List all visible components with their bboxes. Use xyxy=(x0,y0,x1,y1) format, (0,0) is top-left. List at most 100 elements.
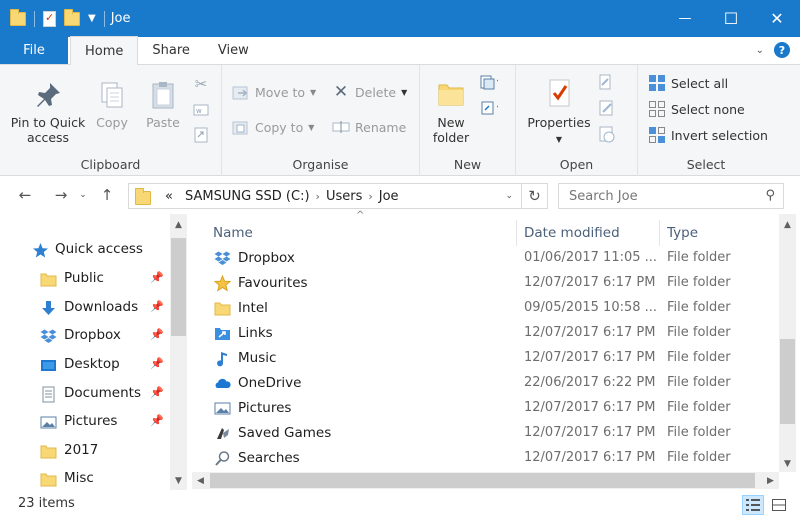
recent-locations-button[interactable]: ⌄ xyxy=(72,184,94,206)
tab-share[interactable]: Share xyxy=(138,36,204,64)
table-row[interactable]: OneDrive 22/06/2017 6:22 PM File folder xyxy=(192,371,779,396)
column-divider[interactable] xyxy=(659,220,660,246)
minimize-button[interactable]: — xyxy=(662,0,708,37)
tab-file[interactable]: File xyxy=(0,36,68,64)
move-to-button[interactable]: Move to ▼ xyxy=(232,83,316,101)
address-segment-drive[interactable]: SAMSUNG SSD (C:) xyxy=(179,189,316,204)
maximize-button[interactable]: ☐ xyxy=(708,0,754,37)
file-name: Pictures xyxy=(238,400,292,416)
cut-icon[interactable]: ✂ xyxy=(192,75,210,93)
paste-button[interactable]: Paste xyxy=(140,79,186,130)
details-view-icon xyxy=(746,499,760,511)
address-segment-joe[interactable]: Joe xyxy=(373,189,405,204)
expand-ribbon-icon[interactable]: ⌄ xyxy=(756,45,764,56)
customize-quick-access-icon[interactable]: ▼ xyxy=(88,13,96,24)
new-item-icon[interactable]: ▼ xyxy=(480,73,498,91)
history-icon[interactable] xyxy=(598,125,616,143)
scroll-right-icon[interactable]: ▶ xyxy=(762,472,779,489)
scroll-left-icon[interactable]: ◀ xyxy=(192,472,209,489)
pin-icon[interactable]: 📌 xyxy=(150,414,164,427)
nav-item-misc[interactable]: Misc xyxy=(0,465,170,490)
file-type: File folder xyxy=(667,300,731,315)
address-bar[interactable]: « SAMSUNG SSD (C:) › Users › Joe ⌄ ↻ xyxy=(128,183,548,209)
scroll-down-icon[interactable]: ▼ xyxy=(170,472,187,489)
invert-selection-button[interactable]: Invert selection xyxy=(648,126,768,144)
table-row[interactable]: Pictures 12/07/2017 6:17 PM File folder xyxy=(192,396,779,421)
close-button[interactable]: ✕ xyxy=(754,0,800,37)
refresh-button[interactable]: ↻ xyxy=(521,184,547,208)
column-header-type[interactable]: Type xyxy=(667,220,777,246)
file-type: File folder xyxy=(667,250,731,265)
table-row[interactable]: Saved Games 12/07/2017 6:17 PM File fold… xyxy=(192,421,779,446)
nav-item-public[interactable]: Public 📌 xyxy=(0,265,170,293)
edit-icon[interactable] xyxy=(598,99,616,117)
svg-text:w: w xyxy=(196,107,202,115)
table-row[interactable]: Music 12/07/2017 6:17 PM File folder xyxy=(192,346,779,371)
details-view-button[interactable] xyxy=(742,495,764,515)
folder-icon xyxy=(10,8,26,26)
open-icon[interactable]: ▼ xyxy=(598,73,616,91)
navigation-pane: Quick access Public 📌 Downloads 📌 Dropbo… xyxy=(0,214,186,490)
tab-home[interactable]: Home xyxy=(70,36,139,65)
nav-item-documents[interactable]: Documents 📌 xyxy=(0,380,170,408)
address-segment-users[interactable]: Users xyxy=(320,189,368,204)
address-overflow[interactable]: « xyxy=(159,189,179,204)
nav-item-pictures[interactable]: Pictures 📌 xyxy=(0,408,170,436)
nav-item-desktop[interactable]: Desktop 📌 xyxy=(0,351,170,379)
file-list-horizontal-scrollbar[interactable]: ◀ ▶ xyxy=(192,472,779,489)
column-divider[interactable] xyxy=(516,220,517,246)
column-header-date-modified[interactable]: Date modified xyxy=(524,220,658,246)
scrollbar-thumb[interactable] xyxy=(171,238,186,336)
scroll-up-icon[interactable]: ▲ xyxy=(170,216,187,233)
easy-access-icon[interactable]: ▼ xyxy=(480,99,498,117)
nav-item-2017[interactable]: 2017 xyxy=(0,437,170,465)
back-button[interactable]: ← xyxy=(14,184,36,206)
scrollbar-thumb[interactable] xyxy=(210,473,755,488)
copy-button[interactable]: Copy xyxy=(90,79,134,130)
copy-path-icon[interactable]: w xyxy=(192,101,210,119)
forward-button[interactable]: → xyxy=(50,184,72,206)
new-folder-icon[interactable] xyxy=(64,8,80,26)
tab-view[interactable]: View xyxy=(204,36,263,64)
scroll-down-icon[interactable]: ▼ xyxy=(779,455,796,472)
pin-icon[interactable]: 📌 xyxy=(150,386,164,399)
select-all-button[interactable]: Select all xyxy=(648,74,728,92)
copy-to-button[interactable]: Copy to ▼ xyxy=(232,118,314,136)
help-icon[interactable]: ? xyxy=(774,42,790,58)
pin-to-quick-access-button[interactable]: Pin to Quick access xyxy=(6,79,90,145)
search-input[interactable]: Search Joe ⚲ xyxy=(558,183,784,209)
large-icons-view-button[interactable] xyxy=(768,495,790,515)
select-none-button[interactable]: Select none xyxy=(648,100,745,118)
new-folder-button[interactable]: New folder xyxy=(424,77,478,145)
nav-item-dropbox[interactable]: Dropbox 📌 xyxy=(0,322,170,350)
pin-icon[interactable]: 📌 xyxy=(150,271,164,284)
column-header-name[interactable]: Name xyxy=(213,220,516,246)
table-row[interactable]: Searches 12/07/2017 6:17 PM File folder xyxy=(192,446,779,471)
file-type: File folder xyxy=(667,450,731,465)
table-row[interactable]: Favourites 12/07/2017 6:17 PM File folde… xyxy=(192,271,779,296)
search-icon[interactable]: ⚲ xyxy=(765,188,775,203)
address-dropdown-icon[interactable]: ⌄ xyxy=(505,191,513,201)
properties-button[interactable]: Properties ▼ xyxy=(522,77,596,147)
scroll-up-icon[interactable]: ▲ xyxy=(779,216,796,233)
delete-icon: ✕ xyxy=(333,82,349,102)
pin-icon[interactable]: 📌 xyxy=(150,357,164,370)
table-row[interactable]: Dropbox 01/06/2017 11:05 ... File folder xyxy=(192,246,779,271)
delete-button[interactable]: ✕ Delete ▼ xyxy=(332,82,407,102)
scrollbar-thumb[interactable] xyxy=(780,339,795,424)
table-row[interactable]: Intel 09/05/2015 10:58 ... File folder xyxy=(192,296,779,321)
folder-icon xyxy=(135,188,151,205)
pin-icon[interactable]: 📌 xyxy=(150,328,164,341)
nav-item-quick-access[interactable]: Quick access xyxy=(0,236,170,264)
nav-pane-scrollbar[interactable]: ▲ ▼ xyxy=(170,214,187,490)
up-button[interactable]: ↑ xyxy=(96,184,118,206)
rename-button[interactable]: Rename xyxy=(332,118,406,136)
nav-item-downloads[interactable]: Downloads 📌 xyxy=(0,294,170,322)
paste-shortcut-icon[interactable] xyxy=(192,125,210,143)
item-count: 23 items xyxy=(18,496,75,511)
properties-icon[interactable] xyxy=(43,10,56,27)
pin-icon xyxy=(32,79,64,111)
file-list-vertical-scrollbar[interactable]: ▲ ▼ xyxy=(779,214,796,472)
table-row[interactable]: Links 12/07/2017 6:17 PM File folder xyxy=(192,321,779,346)
pin-icon[interactable]: 📌 xyxy=(150,300,164,313)
